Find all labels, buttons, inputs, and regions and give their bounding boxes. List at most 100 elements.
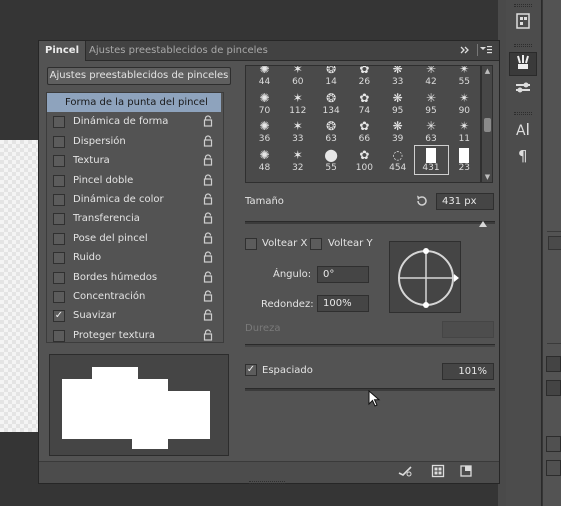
size-slider-thumb[interactable] bbox=[478, 221, 487, 227]
lock-icon[interactable] bbox=[203, 193, 213, 205]
checkbox[interactable] bbox=[53, 290, 65, 303]
brush-tip[interactable]: ✴ 55 bbox=[448, 66, 480, 88]
reset-size-icon[interactable] bbox=[415, 194, 429, 211]
dock-grip[interactable] bbox=[514, 112, 532, 115]
panel-field-edge[interactable] bbox=[548, 236, 561, 250]
checkbox[interactable] bbox=[53, 271, 65, 284]
paragraph-panel-icon[interactable]: ¶ bbox=[509, 146, 537, 170]
size-field[interactable]: 431 px bbox=[436, 193, 494, 210]
brush-presets-icon[interactable] bbox=[509, 80, 537, 104]
option-texture[interactable]: Textura bbox=[47, 151, 221, 170]
brush-tip[interactable]: ✴ 90 bbox=[448, 89, 480, 117]
option-protect-texture[interactable]: Proteger textura bbox=[47, 326, 221, 345]
brush-tip[interactable]: ❂ 134 bbox=[315, 89, 348, 117]
panel-field-edge[interactable] bbox=[546, 380, 561, 396]
spacing-field[interactable]: 101% bbox=[442, 363, 494, 380]
lock-icon[interactable] bbox=[203, 173, 213, 186]
option-build-up[interactable]: Concentración bbox=[47, 287, 221, 306]
brush-tip[interactable]: ❂ 14 bbox=[315, 66, 348, 88]
brush-tip[interactable]: ❋ 39 bbox=[381, 117, 414, 145]
option-brush-pose[interactable]: Pose del pincel bbox=[47, 229, 221, 248]
brush-tip[interactable]: ✺ 48 bbox=[248, 146, 281, 174]
option-wet-edges[interactable]: Bordes húmedos bbox=[47, 268, 221, 287]
brush-tip[interactable]: ✿ 100 bbox=[348, 146, 381, 174]
angle-roundness-widget[interactable] bbox=[389, 241, 461, 313]
lock-icon[interactable] bbox=[203, 154, 213, 166]
checkbox[interactable] bbox=[53, 116, 65, 129]
panel-tab-edge[interactable] bbox=[547, 330, 561, 344]
layer-eye-edge[interactable] bbox=[546, 436, 561, 452]
roundness-field[interactable]: 100% bbox=[317, 295, 369, 312]
checkbox[interactable] bbox=[53, 174, 65, 187]
brush-tip[interactable]: 23 bbox=[448, 146, 480, 174]
checkbox[interactable] bbox=[53, 155, 65, 168]
dock-grip[interactable] bbox=[514, 44, 532, 47]
toggle-brush-preview-icon[interactable] bbox=[397, 464, 413, 481]
lock-icon[interactable] bbox=[203, 251, 213, 263]
option-dual-brush[interactable]: Pincel doble bbox=[47, 171, 221, 190]
brush-tip[interactable]: ✶ 112 bbox=[281, 89, 314, 117]
layer-eye-edge[interactable] bbox=[546, 460, 561, 476]
brush-tip[interactable]: ❋ 95 bbox=[381, 89, 414, 117]
new-brush-preset-icon[interactable] bbox=[459, 464, 473, 481]
brush-tip[interactable]: ✶ 32 bbox=[281, 146, 314, 174]
spacing-checkbox[interactable]: ✓ bbox=[245, 364, 257, 376]
panel-resize-grip[interactable] bbox=[249, 481, 285, 484]
panel-menu-icon[interactable] bbox=[477, 43, 493, 60]
lock-icon[interactable] bbox=[203, 270, 213, 283]
option-scattering[interactable]: Dispersión bbox=[47, 132, 221, 151]
checkbox[interactable] bbox=[53, 232, 65, 245]
checkbox[interactable] bbox=[53, 193, 65, 206]
brush-tip[interactable]: ● 55 bbox=[315, 146, 348, 174]
option-transfer[interactable]: Transferencia bbox=[47, 209, 221, 228]
option-color-dynamics[interactable]: Dinámica de color bbox=[47, 190, 221, 209]
checkbox[interactable] bbox=[53, 135, 65, 148]
brush-tip[interactable]: ❂ 63 bbox=[315, 117, 348, 145]
option-brush-tip-shape[interactable]: Forma de la punta del pincel bbox=[47, 93, 221, 113]
checkbox-checked[interactable]: ✓ bbox=[53, 310, 65, 323]
open-preset-manager-icon[interactable] bbox=[431, 464, 445, 481]
panel-search-edge[interactable] bbox=[546, 356, 561, 372]
brush-tip[interactable]: ✴ 11 bbox=[448, 117, 480, 145]
flip-y-checkbox[interactable] bbox=[310, 238, 322, 250]
brush-tip[interactable]: ✿ 74 bbox=[348, 89, 381, 117]
brush-panel-icon[interactable] bbox=[509, 52, 537, 76]
option-shape-dynamics[interactable]: Dinámica de forma bbox=[47, 112, 221, 131]
tab-brush[interactable]: Pincel bbox=[39, 41, 87, 61]
scroll-down-arrow-icon[interactable]: ▼ bbox=[483, 173, 492, 181]
checkbox[interactable] bbox=[53, 252, 65, 265]
brush-tip[interactable]: ✳ 42 bbox=[415, 66, 448, 88]
lock-icon[interactable] bbox=[203, 135, 213, 147]
tab-brush-presets[interactable]: Ajustes preestablecidos de pinceles bbox=[83, 41, 274, 61]
option-noise[interactable]: Ruido bbox=[47, 248, 221, 267]
lock-icon[interactable] bbox=[203, 290, 213, 302]
brush-tip[interactable]: ✳ 63 bbox=[415, 117, 448, 145]
lock-icon[interactable] bbox=[203, 212, 213, 224]
option-smoothing[interactable]: ✓ Suavizar bbox=[47, 306, 221, 325]
brush-tip[interactable]: ❋ 33 bbox=[381, 66, 414, 88]
brush-presets-button[interactable]: Ajustes preestablecidos de pinceles bbox=[47, 67, 231, 85]
size-slider[interactable] bbox=[245, 221, 495, 224]
brush-tip[interactable]: ✺ 44 bbox=[248, 66, 281, 88]
brush-tip[interactable]: ✶ 33 bbox=[281, 117, 314, 145]
double-chevron-right-icon[interactable] bbox=[459, 44, 471, 59]
flip-x-checkbox[interactable] bbox=[245, 238, 257, 250]
lock-icon[interactable] bbox=[203, 232, 213, 244]
document-canvas[interactable] bbox=[0, 140, 40, 432]
character-panel-icon[interactable]: A bbox=[509, 120, 537, 144]
brush-tip[interactable]: ✺ 36 bbox=[248, 117, 281, 145]
brush-tip[interactable]: ✳ 95 bbox=[415, 89, 448, 117]
scroll-thumb[interactable] bbox=[484, 118, 491, 132]
brush-tip[interactable]: ✺ 70 bbox=[248, 89, 281, 117]
panel-tab-edge[interactable] bbox=[547, 410, 561, 424]
brush-tip[interactable]: ◌ 454 bbox=[381, 146, 414, 174]
brush-tip[interactable]: ✶ 60 bbox=[281, 66, 314, 88]
brush-tip[interactable]: 431 bbox=[413, 144, 449, 175]
scroll-up-arrow-icon[interactable]: ▲ bbox=[483, 67, 492, 75]
tip-grid-scrollbar[interactable]: ▲ ▼ bbox=[481, 65, 493, 183]
checkbox[interactable] bbox=[53, 329, 65, 342]
lock-icon[interactable] bbox=[203, 309, 213, 321]
brush-tip[interactable]: ✿ 26 bbox=[348, 66, 381, 88]
dock-grip[interactable] bbox=[514, 4, 532, 7]
lock-icon[interactable] bbox=[203, 115, 213, 127]
